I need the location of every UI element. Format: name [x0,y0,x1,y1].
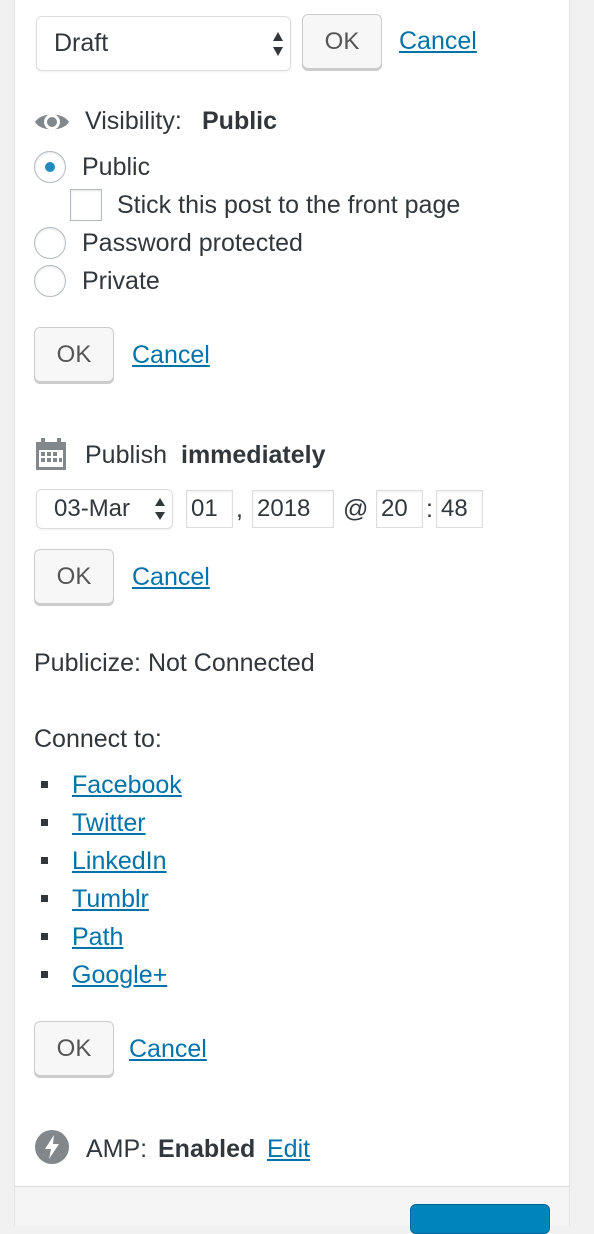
publish-value: immediately [181,441,326,469]
time-colon: : [426,495,433,523]
month-select-value: 03-Mar [54,495,131,522]
select-arrows-icon [266,31,290,57]
visibility-label: Visibility: [85,107,182,135]
list-bullet [41,781,48,788]
status-select[interactable]: Draft [36,16,291,71]
lightning-icon [34,1129,70,1170]
visibility-value: Public [202,107,278,135]
amp-label: AMP: [86,1135,148,1163]
hour-input[interactable]: 20 [376,490,423,528]
time-at-sign: @ [343,495,369,523]
minute-input-value: 48 [441,495,468,522]
select-arrows-icon [148,497,172,521]
calendar-icon [34,437,68,476]
publicize-status: Publicize: Not Connected [34,649,315,677]
sticky-checkbox-label: Stick this post to the front page [117,191,461,219]
year-input-value: 2018 [257,495,311,522]
radio-private[interactable] [34,265,66,297]
radio-password-label: Password protected [82,229,303,257]
visibility-cancel-link[interactable]: Cancel [132,340,210,370]
date-comma: , [236,495,243,523]
eye-icon [34,109,70,140]
list-bullet [41,857,48,864]
connect-facebook-link[interactable]: Facebook [72,770,182,800]
amp-edit-link[interactable]: Edit [267,1134,310,1164]
year-input[interactable]: 2018 [252,490,334,528]
connect-tumblr-link[interactable]: Tumblr [72,884,149,914]
connect-to-label: Connect to: [34,725,162,753]
visibility-ok-button[interactable]: OK [34,327,114,382]
sticky-checkbox[interactable] [70,189,102,221]
status-select-value: Draft [54,29,109,57]
day-input[interactable]: 01 [186,490,233,528]
radio-public[interactable] [34,151,66,183]
list-bullet [41,971,48,978]
connect-path-link[interactable]: Path [72,922,123,952]
publish-ok-button[interactable]: OK [34,549,114,604]
publicize-ok-label: OK [56,1034,92,1062]
visibility-ok-label: OK [56,340,92,368]
publish-label: Publish [85,441,167,469]
month-select[interactable]: 03-Mar [36,489,173,529]
list-bullet [41,819,48,826]
publish-ok-label: OK [56,562,92,590]
radio-password-protected[interactable] [34,227,66,259]
publicize-cancel-link[interactable]: Cancel [129,1034,207,1064]
list-bullet [41,895,48,902]
radio-public-label: Public [82,153,151,181]
radio-private-label: Private [82,267,160,295]
amp-value: Enabled [158,1135,256,1163]
status-ok-button[interactable]: OK [302,14,382,69]
status-cancel-link[interactable]: Cancel [399,26,477,56]
primary-action-button[interactable] [410,1204,550,1234]
connect-googleplus-link[interactable]: Google+ [72,960,167,990]
connect-twitter-link[interactable]: Twitter [72,808,146,838]
publish-cancel-link[interactable]: Cancel [132,562,210,592]
day-input-value: 01 [191,495,218,522]
hour-input-value: 20 [381,495,408,522]
status-ok-label: OK [324,27,360,55]
publicize-ok-button[interactable]: OK [34,1021,114,1076]
list-bullet [41,933,48,940]
minute-input[interactable]: 48 [436,490,483,528]
connect-linkedin-link[interactable]: LinkedIn [72,846,167,876]
